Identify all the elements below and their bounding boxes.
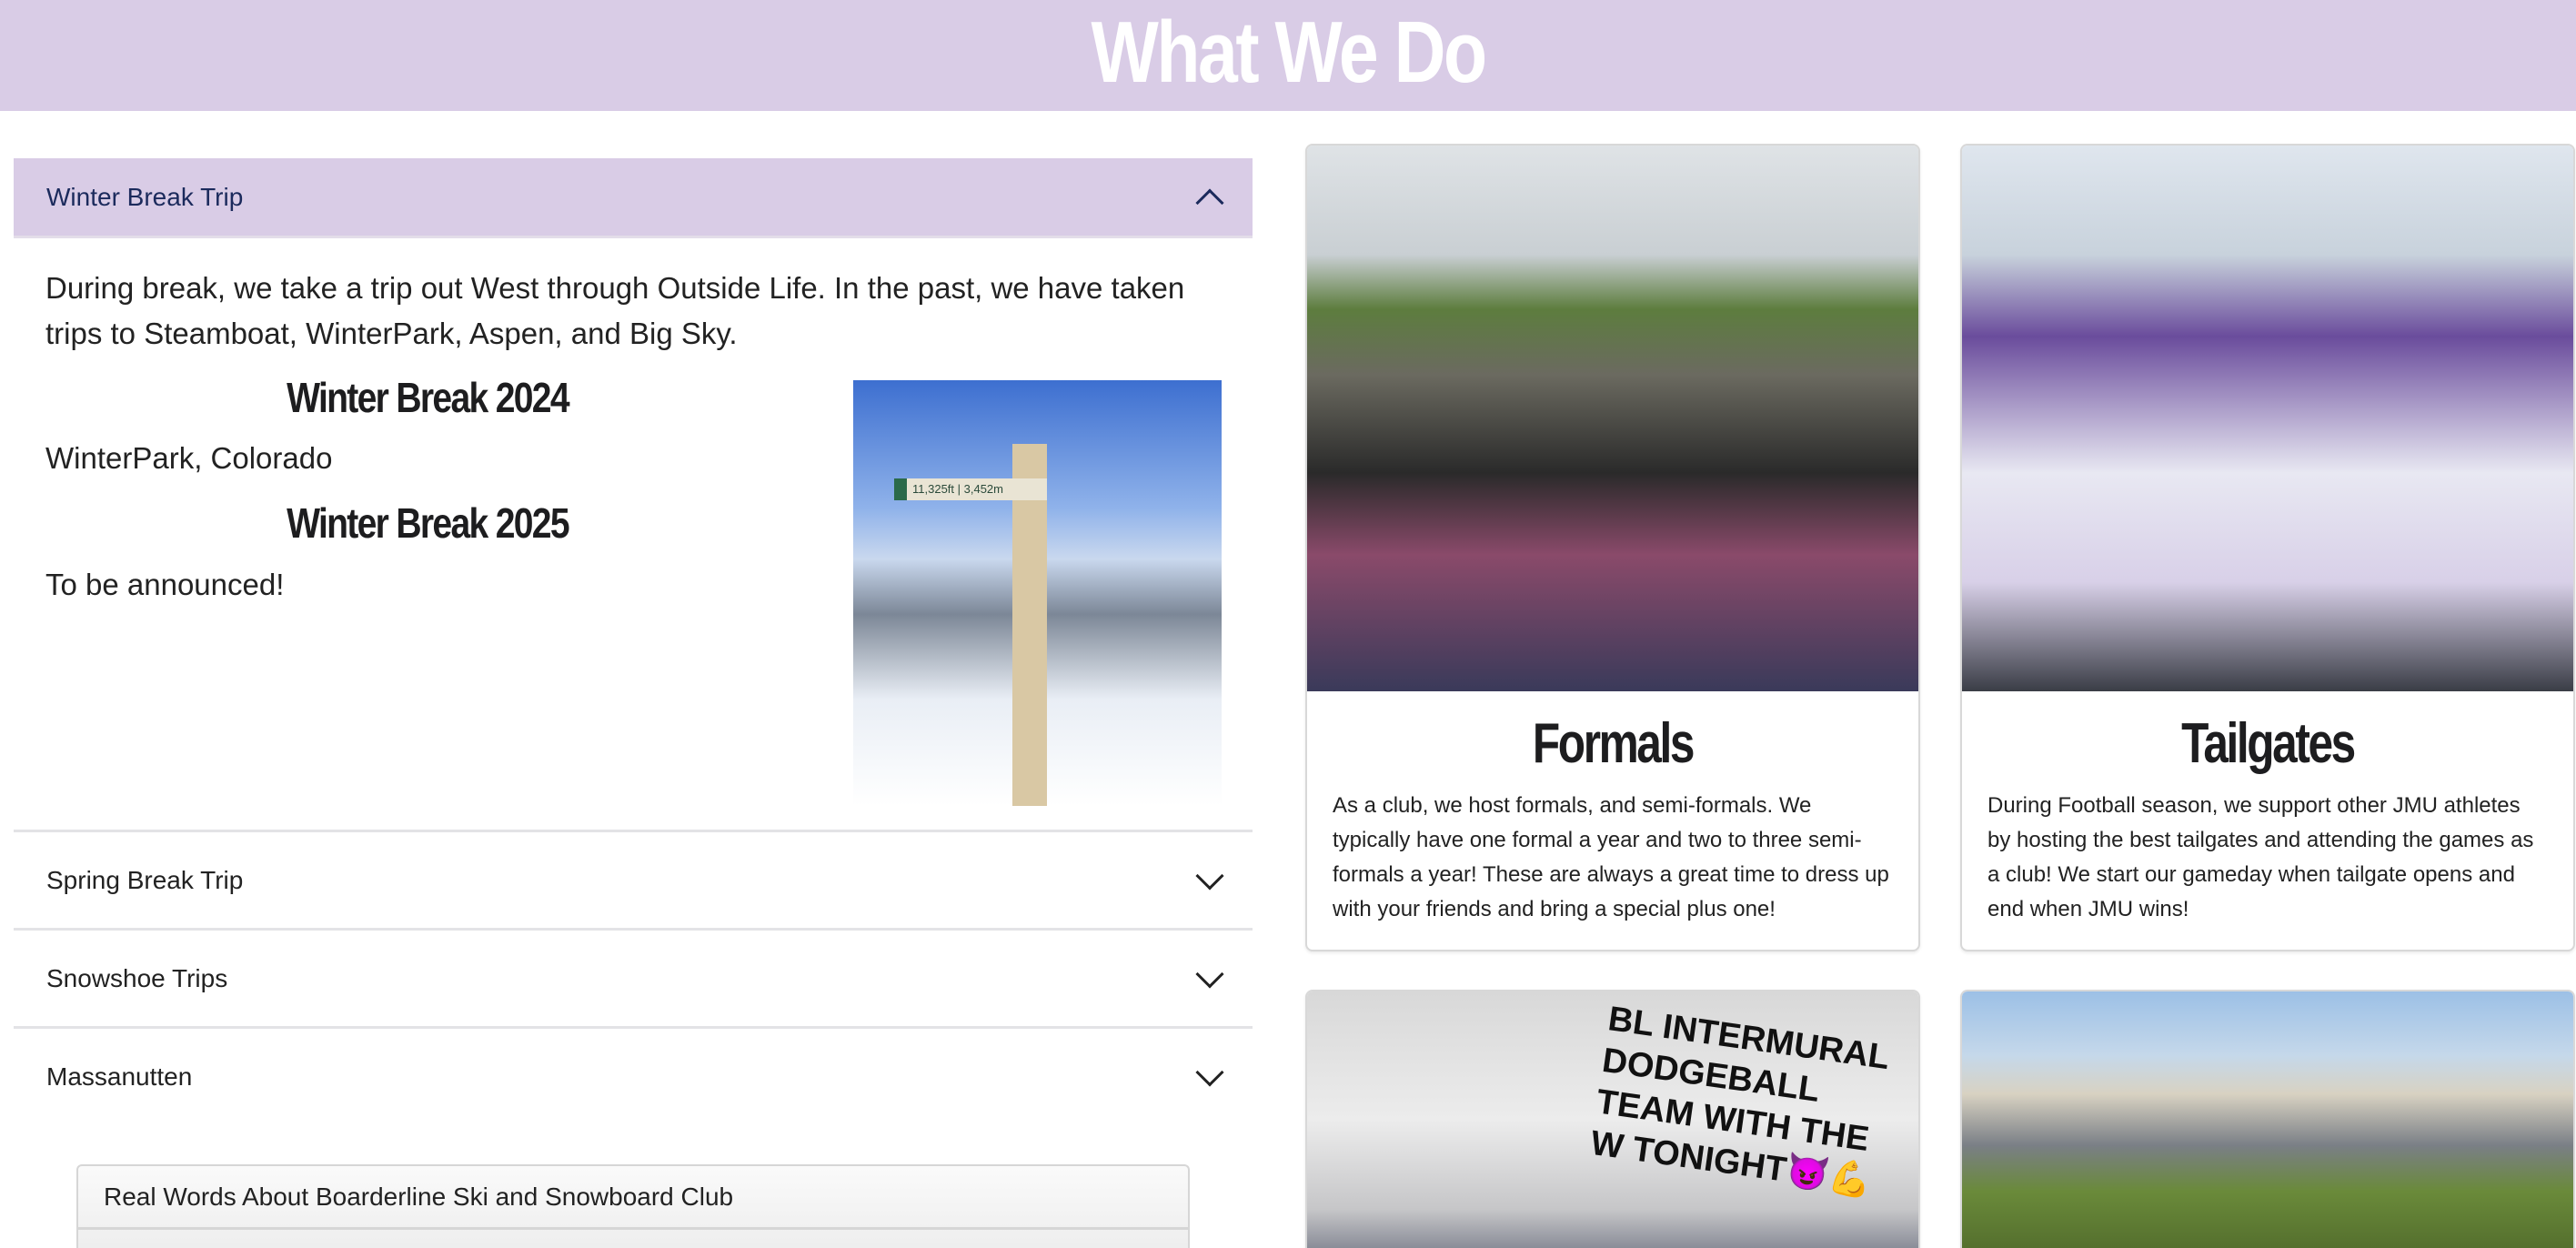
page-title: What We Do xyxy=(1091,4,1487,101)
photo-caption: BL INTERMURAL DODGEBALL TEAM WITH THE W … xyxy=(1588,1000,1892,1202)
section-heading: Winter Break 2024 xyxy=(287,374,569,421)
accordion-item-massanutten[interactable]: Massanutten xyxy=(14,1026,1253,1124)
testimonials-panel: Real Words About Boarderline Ski and Sno… xyxy=(76,1164,1190,1248)
section-heading: Winter Break 2025 xyxy=(287,499,569,547)
card-tailgates: Tailgates During Football season, we sup… xyxy=(1960,144,2575,951)
accordion-label: Snowshoe Trips xyxy=(46,963,228,992)
card-title: Tailgates xyxy=(2181,712,2356,775)
photo-sign: 11,325ft | 3,452m xyxy=(894,478,1047,500)
card-title: Formals xyxy=(1532,712,1696,775)
accordion-label: Winter Break Trip xyxy=(46,182,244,211)
card-group-photo xyxy=(1960,990,2575,1248)
accordion-label: Massanutten xyxy=(46,1062,193,1091)
chevron-down-icon xyxy=(1195,959,1224,989)
chevron-down-icon xyxy=(1195,861,1224,891)
accordion-list: Spring Break Trip Snowshoe Trips Massanu… xyxy=(14,830,1253,1124)
chevron-up-icon xyxy=(1195,187,1224,217)
accordion-header-winter-break[interactable]: Winter Break Trip xyxy=(14,158,1253,238)
card-formals: Formals As a club, we host formals, and … xyxy=(1305,144,1920,951)
tailgates-photo xyxy=(1962,146,2573,691)
ski-trip-photo: 11,325ft | 3,452m xyxy=(853,380,1222,806)
card-text: As a club, we host formals, and semi-for… xyxy=(1333,793,1889,921)
chevron-down-icon xyxy=(1195,1057,1224,1087)
section-banner: What We Do xyxy=(0,0,2576,111)
group-photo xyxy=(1962,991,2573,1248)
testimonials-title: Real Words About Boarderline Ski and Sno… xyxy=(78,1166,1188,1230)
accordion-item-snowshoe[interactable]: Snowshoe Trips xyxy=(14,928,1253,1026)
section-text: To be announced! xyxy=(45,568,285,601)
section-text: WinterPark, Colorado xyxy=(45,441,333,475)
card-dodgeball: BL INTERMURAL DODGEBALL TEAM WITH THE W … xyxy=(1305,990,1920,1248)
card-text: During Football season, we support other… xyxy=(1987,793,2534,921)
accordion-item-spring-break[interactable]: Spring Break Trip xyxy=(14,830,1253,928)
dodgeball-photo: BL INTERMURAL DODGEBALL TEAM WITH THE W … xyxy=(1307,991,1918,1248)
accordion-label: Spring Break Trip xyxy=(46,865,244,894)
winter-break-description: During break, we take a trip out West th… xyxy=(45,271,1185,350)
formals-photo xyxy=(1307,146,1918,691)
